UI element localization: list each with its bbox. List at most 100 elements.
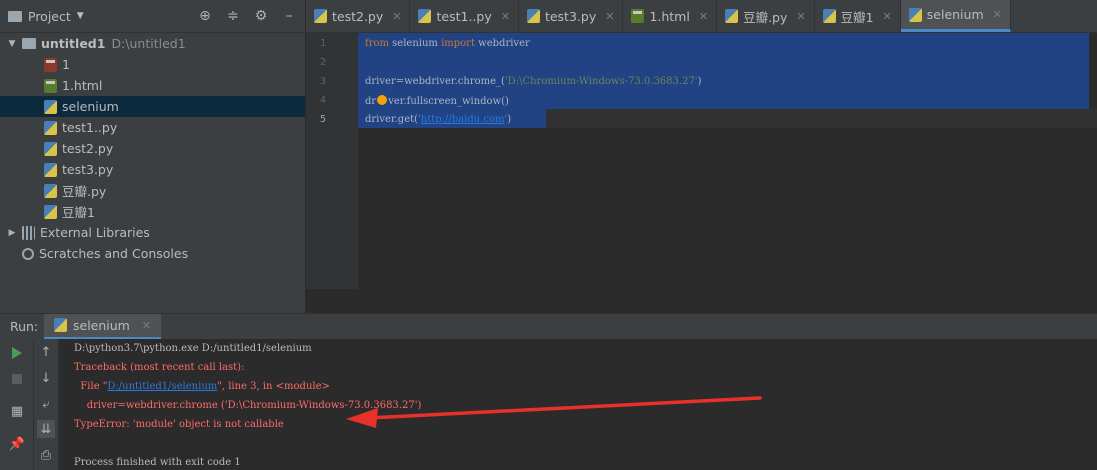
code-editor[interactable]: 1 2 3 4 5 from selenium import webdriver… xyxy=(306,33,1097,289)
project-panel-header: Project ▼ ⊕ ≑ ⚙ – xyxy=(0,0,305,33)
console-file-line: File "D:/untitled1/selenium", line 3, in… xyxy=(74,381,330,392)
tree-scratches[interactable]: Scratches and Consoles xyxy=(0,243,305,264)
close-icon[interactable]: ✕ xyxy=(883,10,892,23)
stop-button[interactable] xyxy=(8,370,26,388)
project-view-selector[interactable]: Project ▼ xyxy=(8,9,84,24)
code-line-1: from selenium import webdriver xyxy=(365,38,530,49)
python-file-icon xyxy=(44,162,57,177)
scroll-up-button[interactable]: ↑ xyxy=(37,343,55,361)
stop-icon xyxy=(12,374,22,384)
file-link[interactable]: D:/untitled1/selenium xyxy=(107,381,217,392)
file-name: test1..py xyxy=(62,120,118,135)
tab-test3[interactable]: test3.py ✕ xyxy=(519,0,624,32)
tab-test2[interactable]: test2.py ✕ xyxy=(306,0,411,32)
close-icon[interactable]: ✕ xyxy=(796,10,805,23)
tree-file-test1[interactable]: test1..py xyxy=(0,117,305,138)
run-toolbar-left: ▦ 📌 xyxy=(0,339,33,470)
run-panel-header: Run: selenium ✕ xyxy=(0,313,1097,340)
scroll-down-button[interactable]: ↓ xyxy=(37,369,55,387)
file-name: 1 xyxy=(62,57,70,72)
line-number: 3 xyxy=(319,76,326,87)
code-text: driver=webdriver.chrome_( xyxy=(365,76,505,87)
scratches-icon xyxy=(22,247,34,260)
html-file-icon xyxy=(631,9,645,23)
tab-douban1[interactable]: 豆瓣1 ✕ xyxy=(815,0,901,32)
file-name: test2.py xyxy=(62,141,114,156)
python-file-icon xyxy=(908,7,922,22)
python-file-icon xyxy=(44,141,57,156)
tree-file-douban-py[interactable]: 豆瓣.py xyxy=(0,180,305,201)
code-text: ) xyxy=(697,76,702,87)
close-icon[interactable]: ✕ xyxy=(605,10,614,23)
html-file-icon xyxy=(44,78,57,93)
chevron-right-icon[interactable]: ▶ xyxy=(6,228,18,238)
print-icon: ⎙ xyxy=(40,447,52,463)
code-text: driver.get( xyxy=(365,114,419,125)
wrap-icon: ⤶ xyxy=(42,396,50,412)
arrow-up-icon: ↑ xyxy=(40,344,52,360)
tab-1-html[interactable]: 1.html ✕ xyxy=(623,0,718,32)
tab-label: 豆瓣1 xyxy=(840,9,874,25)
tab-douban-py[interactable]: 豆瓣.py ✕ xyxy=(717,0,815,32)
file-name: test3.py xyxy=(62,162,114,177)
tree-external-libraries[interactable]: ▶ External Libraries xyxy=(0,222,305,243)
print-button[interactable]: ⎙ xyxy=(37,446,55,464)
close-icon[interactable]: ✕ xyxy=(993,8,1002,21)
tree-file-selenium[interactable]: selenium xyxy=(0,96,305,117)
tab-label: 1.html xyxy=(649,8,690,24)
collapse-all-icon[interactable]: ≑ xyxy=(225,8,241,24)
close-icon[interactable]: ✕ xyxy=(142,319,151,332)
tree-file-test3[interactable]: test3.py xyxy=(0,159,305,180)
tab-label: selenium xyxy=(926,7,984,22)
console-code-line: driver=webdriver.chrome ('D:\Chromium-Wi… xyxy=(74,400,422,411)
chevron-down-icon: ▼ xyxy=(76,11,84,21)
rerun-button[interactable] xyxy=(8,344,26,362)
python-file-icon xyxy=(822,9,836,23)
layout-icon: ▦ xyxy=(10,403,24,419)
python-file-icon xyxy=(54,318,67,332)
tree-file-1[interactable]: 1 xyxy=(0,54,305,75)
soft-wrap-button[interactable]: ⤶ xyxy=(37,395,55,413)
keyword-from: from xyxy=(365,38,389,49)
tree-root[interactable]: ▼ untitled1 D:\untitled1 xyxy=(0,33,305,54)
pin-icon: 📌 xyxy=(8,436,26,452)
string-literal: 'D:\Chromium-Windows-73.0.3683.27' xyxy=(504,76,698,87)
line-number: 2 xyxy=(319,57,326,68)
pin-button[interactable]: 📌 xyxy=(8,435,26,453)
code-text: dr xyxy=(365,96,377,107)
url-link[interactable]: http://baidu.com xyxy=(421,114,505,125)
tab-selenium[interactable]: selenium ✕ xyxy=(900,0,1011,32)
module-name: selenium xyxy=(388,38,442,49)
tree-file-1-html[interactable]: 1.html xyxy=(0,75,305,96)
run-console[interactable]: D:\python3.7\python.exe D:/untitled1/sel… xyxy=(59,339,1097,470)
run-toolbar-right: ↑ ↓ ⤶ ⇊ ⎙ xyxy=(33,339,59,470)
tree-file-test2[interactable]: test2.py xyxy=(0,138,305,159)
root-folder-path: D:\untitled1 xyxy=(111,36,186,51)
python-file-icon xyxy=(44,99,57,114)
scroll-to-end-button[interactable]: ⇊ xyxy=(37,420,55,438)
python-file-icon xyxy=(418,9,432,23)
close-icon[interactable]: ✕ xyxy=(699,10,708,23)
minimize-icon[interactable]: – xyxy=(281,8,297,24)
code-line-4: dr ver.fullscreen_window() xyxy=(365,95,509,107)
scratches-label: Scratches and Consoles xyxy=(39,246,189,261)
run-tab-selenium[interactable]: selenium ✕ xyxy=(44,313,162,340)
chevron-down-icon[interactable]: ▼ xyxy=(6,39,18,49)
project-panel: Project ▼ ⊕ ≑ ⚙ – ▼ untitled1 D:\untitle… xyxy=(0,0,306,313)
layout-button[interactable]: ▦ xyxy=(8,402,26,420)
library-icon xyxy=(22,225,35,240)
tab-label: 豆瓣.py xyxy=(743,9,788,25)
scroll-to-end-icon: ⇊ xyxy=(40,421,52,437)
tree-file-douban1[interactable]: 豆瓣1 xyxy=(0,201,305,222)
imported-name: webdriver xyxy=(474,38,530,49)
keyword-import: import xyxy=(441,38,475,49)
arrow-down-icon: ↓ xyxy=(40,370,52,386)
python-file-icon xyxy=(44,183,57,198)
lightbulb-icon[interactable] xyxy=(377,95,388,105)
gear-icon[interactable]: ⚙ xyxy=(253,8,269,24)
locate-icon[interactable]: ⊕ xyxy=(197,8,213,24)
python-file-icon xyxy=(44,120,57,135)
tab-test1[interactable]: test1..py ✕ xyxy=(410,0,519,32)
close-icon[interactable]: ✕ xyxy=(501,10,510,23)
close-icon[interactable]: ✕ xyxy=(392,10,401,23)
